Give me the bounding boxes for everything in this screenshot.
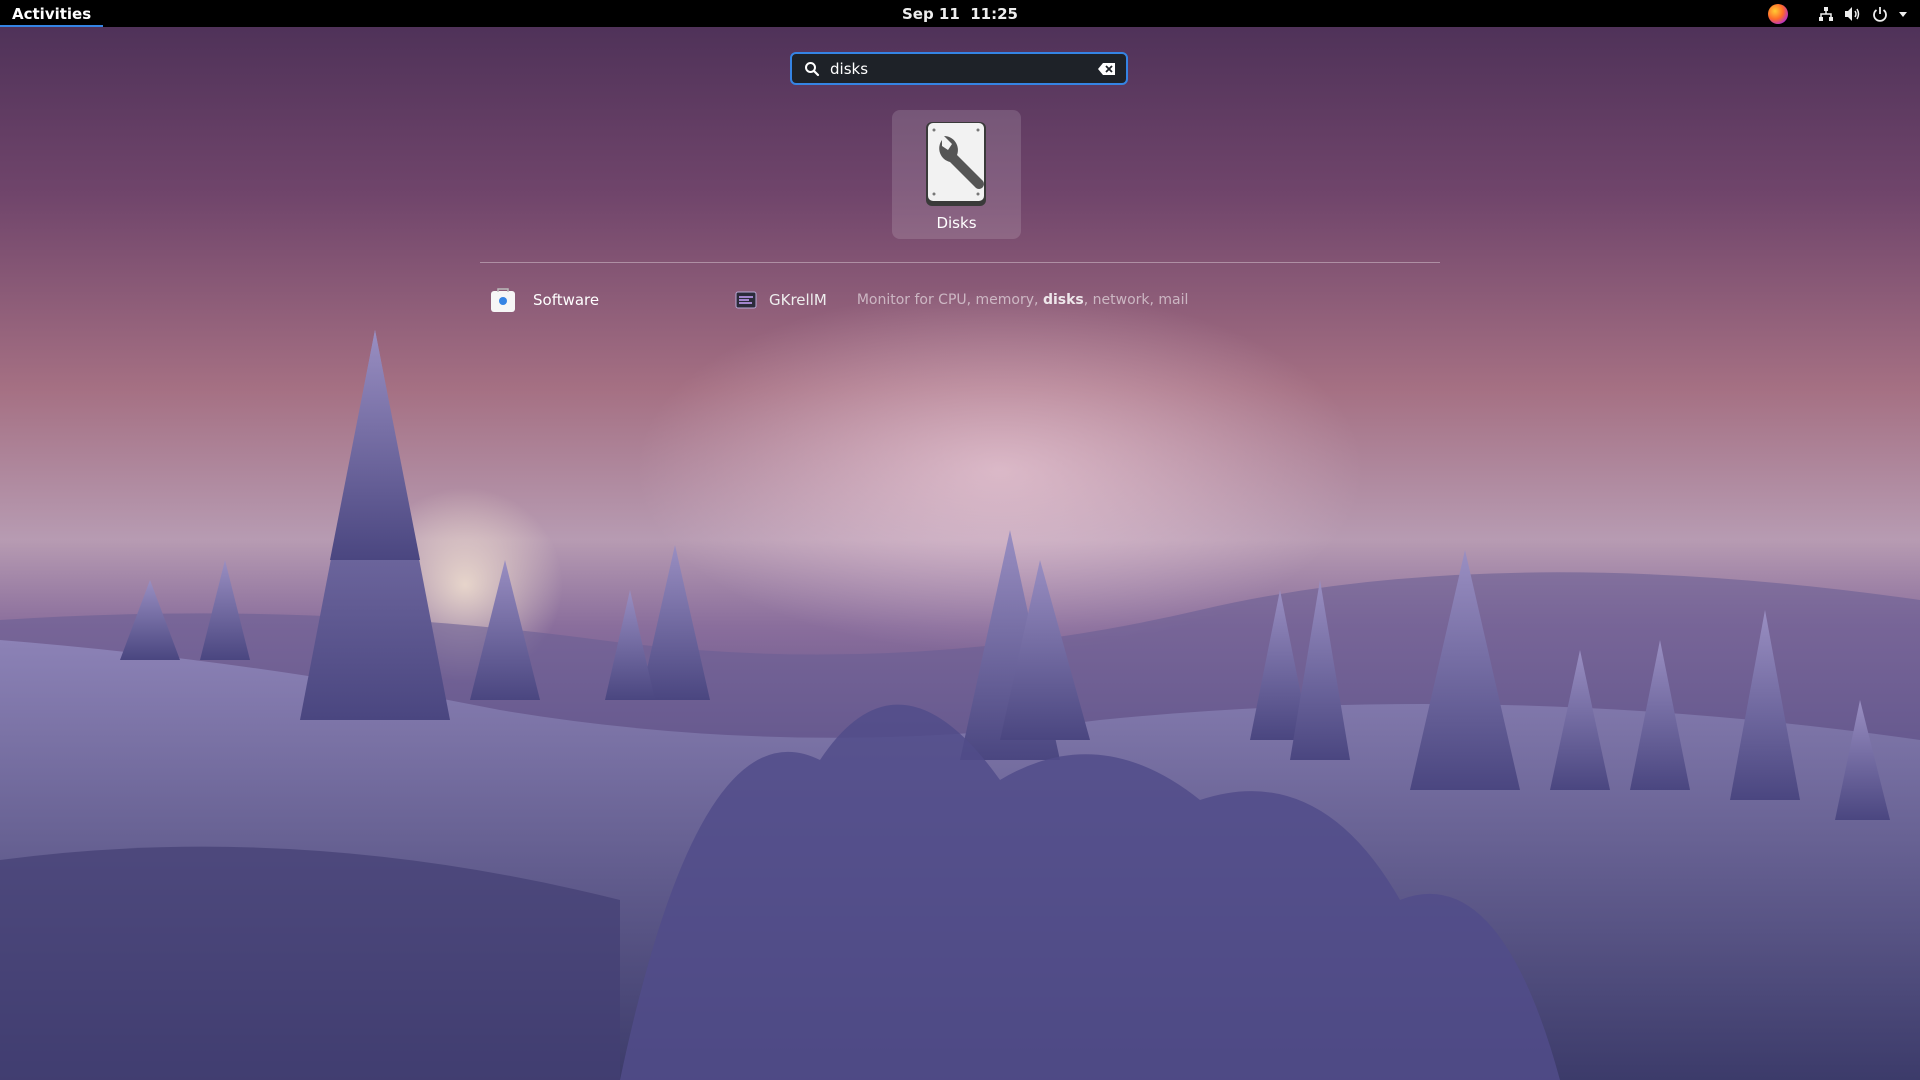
results-divider — [480, 262, 1440, 263]
gkrellm-desc-match: disks — [1042, 292, 1084, 308]
firefox-icon — [1768, 3, 1788, 24]
clock-datetime[interactable]: Sep 11 11:25 — [902, 0, 1018, 27]
network-icon — [1819, 6, 1833, 21]
search-input[interactable] — [830, 59, 1098, 78]
gkrellm-icon — [735, 291, 757, 309]
gkrellm-desc-suffix: , network, mail — [1083, 292, 1189, 308]
disks-icon — [926, 122, 986, 206]
search-entry[interactable] — [790, 52, 1128, 85]
volume-icon — [1845, 6, 1860, 21]
clear-text-icon[interactable] — [1098, 62, 1116, 76]
gkrellm-title: GKrellM — [769, 291, 827, 309]
top-bar: Activities Sep 11 11:25 — [0, 0, 1920, 27]
firefox-indicator[interactable] — [1768, 3, 1808, 24]
menu-arrow-icon — [1899, 11, 1907, 17]
gkrellm-description: Monitor for CPU, memory, disks, network,… — [857, 292, 1189, 308]
power-icon — [1873, 6, 1887, 22]
system-menu[interactable] — [1818, 6, 1908, 22]
search-icon — [805, 61, 820, 76]
activities-button[interactable]: Activities — [0, 0, 103, 27]
gkrellm-desc-prefix: Monitor for CPU, memory, — [856, 292, 1043, 308]
software-icon — [491, 288, 515, 312]
system-tray — [1768, 0, 1908, 27]
app-result-disks[interactable]: Disks — [892, 110, 1021, 239]
provider-software[interactable]: Software — [489, 285, 599, 315]
app-result-label: Disks — [936, 214, 977, 232]
provider-software-label: Software — [533, 291, 600, 309]
provider-result-gkrellm[interactable]: GKrellM Monitor for CPU, memory, disks, … — [735, 285, 1188, 315]
